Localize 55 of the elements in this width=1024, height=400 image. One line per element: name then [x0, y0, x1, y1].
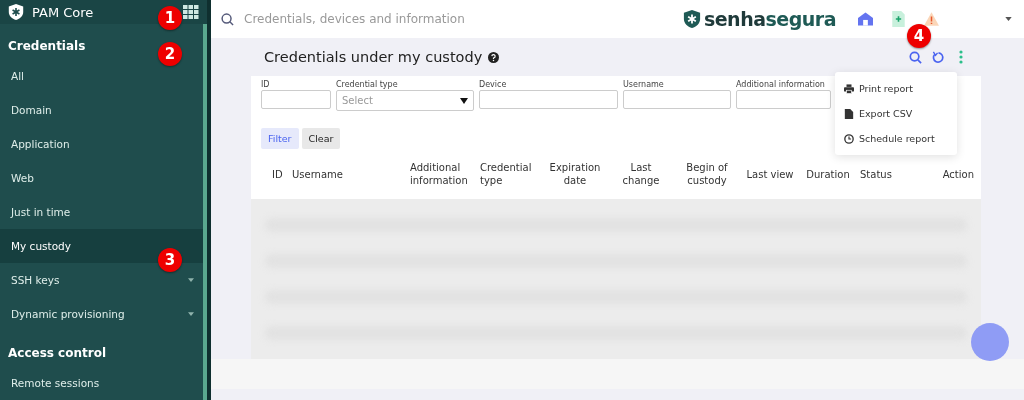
input-field[interactable] — [736, 90, 831, 109]
column-header: Credential type — [480, 161, 533, 187]
input-field[interactable] — [623, 90, 731, 109]
menu-item[interactable]: Schedule report — [859, 133, 935, 144]
column-header: Last view — [745, 167, 795, 181]
input-field[interactable] — [261, 90, 331, 109]
column-header: Additional information — [410, 161, 469, 187]
caret-icon — [188, 278, 194, 282]
home-icon[interactable] — [858, 11, 873, 27]
section-title: Access control — [8, 346, 107, 360]
column-header: Action — [941, 167, 974, 181]
column-header: Username — [292, 167, 344, 181]
nav-item[interactable]: Dynamic provisioning — [0, 297, 203, 331]
column-header: Duration — [805, 167, 851, 181]
column-header: ID — [272, 167, 284, 181]
section-title: Credentials — [8, 39, 86, 53]
input-field[interactable] — [479, 90, 618, 109]
printer-icon — [844, 83, 854, 94]
column-header: Begin of custody — [685, 161, 729, 187]
menu-item[interactable]: Export CSV — [859, 108, 913, 119]
brand-logo: senhasegura — [703, 8, 836, 30]
search-icon[interactable] — [909, 50, 922, 64]
column-header: Last change — [621, 161, 661, 187]
caret-icon — [188, 312, 194, 316]
nav-item[interactable]: Domain — [0, 93, 203, 127]
field-label: Credential type — [336, 80, 399, 89]
menu-item[interactable]: Print report — [859, 83, 913, 94]
shield-logo-icon — [8, 3, 24, 21]
field-label: Device — [479, 80, 508, 89]
file-icon — [844, 108, 854, 119]
app-name: PAM Core — [32, 4, 94, 20]
refresh-icon[interactable] — [932, 50, 945, 64]
apps-grid-icon[interactable] — [183, 5, 199, 19]
search-icon — [221, 12, 234, 26]
more-options-icon[interactable] — [959, 50, 963, 64]
shield-logo-icon — [682, 9, 701, 29]
nav-item[interactable]: Application — [0, 127, 203, 161]
clock-icon — [844, 133, 854, 144]
field-label: ID — [261, 80, 271, 89]
column-header: Status — [860, 167, 893, 181]
search-field[interactable]: Credentials, devices and information — [242, 11, 675, 27]
dropdown-caret-icon[interactable] — [1005, 17, 1012, 21]
nav-item[interactable]: Remote sessions — [0, 366, 203, 400]
nav-item[interactable]: Just in time — [0, 195, 203, 229]
page-title: Credentials under my custody — [264, 49, 483, 65]
nav-item[interactable]: Web — [0, 161, 203, 195]
caret-icon — [460, 97, 468, 104]
field-label: Username — [623, 80, 665, 89]
help-icon[interactable] — [488, 51, 500, 63]
clear-button[interactable]: Clear — [301, 128, 341, 149]
warning-icon[interactable] — [924, 11, 939, 27]
filter-button[interactable]: Filter — [261, 128, 299, 149]
field-label: Additional information — [736, 80, 826, 89]
column-header: Expiration date — [548, 161, 602, 187]
add-document-icon[interactable] — [891, 11, 906, 27]
